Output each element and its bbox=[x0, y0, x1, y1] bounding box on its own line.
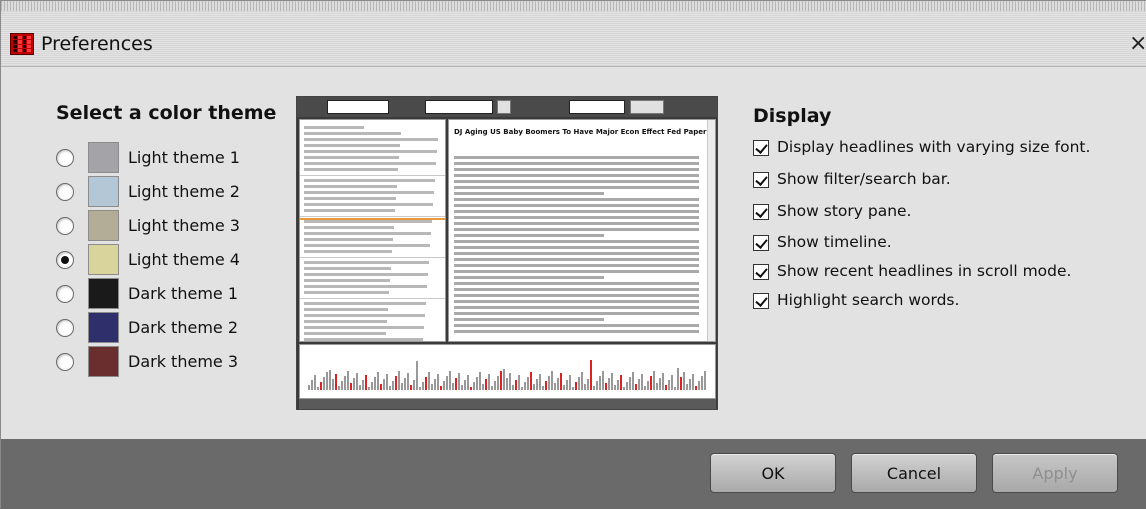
app-logo-icon bbox=[10, 33, 34, 55]
option-checkbox[interactable] bbox=[753, 140, 769, 156]
theme-radio[interactable] bbox=[56, 149, 74, 167]
option-checkbox[interactable] bbox=[753, 264, 769, 280]
option-label: Show timeline. bbox=[777, 233, 892, 251]
theme-swatch bbox=[88, 312, 119, 343]
option-checkbox[interactable] bbox=[753, 293, 769, 309]
preferences-dialog: Preferences × Select a color theme Light… bbox=[0, 0, 1146, 509]
theme-swatch bbox=[88, 142, 119, 173]
theme-swatch bbox=[88, 176, 119, 207]
option-filter-bar[interactable]: Show filter/search bar. bbox=[753, 170, 1143, 192]
theme-preview-image: DJ Aging US Baby Boomers To Have Major E… bbox=[296, 96, 718, 410]
display-heading: Display bbox=[753, 105, 832, 127]
option-checkbox[interactable] bbox=[753, 172, 769, 188]
theme-label: Dark theme 2 bbox=[128, 318, 239, 337]
option-label: Show story pane. bbox=[777, 202, 912, 220]
option-label: Display headlines with varying size font… bbox=[777, 138, 1091, 156]
option-varying-font[interactable]: Display headlines with varying size font… bbox=[753, 138, 1143, 160]
button-bar: OK Cancel Apply bbox=[1, 439, 1146, 509]
option-scroll-mode[interactable]: Show recent headlines in scroll mode. bbox=[753, 262, 1143, 284]
theme-swatch bbox=[88, 278, 119, 309]
title-bar[interactable]: Preferences × bbox=[1, 1, 1146, 67]
preview-timeline-axis bbox=[299, 399, 716, 409]
theme-label: Light theme 3 bbox=[128, 216, 240, 235]
close-icon[interactable]: × bbox=[1129, 31, 1146, 56]
theme-swatch bbox=[88, 210, 119, 241]
theme-option-light-4[interactable]: Light theme 4 bbox=[56, 244, 286, 276]
preview-timeline bbox=[299, 344, 716, 399]
option-label: Show filter/search bar. bbox=[777, 170, 951, 188]
preview-headline-list bbox=[299, 119, 446, 342]
preview-headline: DJ Aging US Baby Boomers To Have Major E… bbox=[454, 128, 707, 136]
option-story-pane[interactable]: Show story pane. bbox=[753, 202, 1143, 224]
theme-option-light-2[interactable]: Light theme 2 bbox=[56, 176, 286, 208]
theme-label: Dark theme 1 bbox=[128, 284, 239, 303]
option-checkbox[interactable] bbox=[753, 204, 769, 220]
theme-label: Dark theme 3 bbox=[128, 352, 239, 371]
theme-option-light-3[interactable]: Light theme 3 bbox=[56, 210, 286, 242]
preview-story-pane: DJ Aging US Baby Boomers To Have Major E… bbox=[448, 119, 716, 342]
theme-radio[interactable] bbox=[56, 217, 74, 235]
theme-radio[interactable] bbox=[56, 251, 74, 269]
theme-option-dark-3[interactable]: Dark theme 3 bbox=[56, 346, 286, 378]
option-label: Show recent headlines in scroll mode. bbox=[777, 262, 1072, 280]
theme-label: Light theme 1 bbox=[128, 148, 240, 167]
theme-swatch bbox=[88, 244, 119, 275]
theme-option-dark-2[interactable]: Dark theme 2 bbox=[56, 312, 286, 344]
preview-toolbar bbox=[297, 97, 717, 117]
option-timeline[interactable]: Show timeline. bbox=[753, 233, 1143, 255]
theme-radio[interactable] bbox=[56, 319, 74, 337]
option-highlight-search[interactable]: Highlight search words. bbox=[753, 291, 1143, 313]
ok-button[interactable]: OK bbox=[710, 453, 836, 493]
option-label: Highlight search words. bbox=[777, 291, 960, 309]
option-checkbox[interactable] bbox=[753, 235, 769, 251]
theme-label: Light theme 2 bbox=[128, 182, 240, 201]
theme-radio[interactable] bbox=[56, 285, 74, 303]
theme-radio[interactable] bbox=[56, 183, 74, 201]
theme-option-light-1[interactable]: Light theme 1 bbox=[56, 142, 286, 174]
theme-swatch bbox=[88, 346, 119, 377]
cancel-button[interactable]: Cancel bbox=[851, 453, 977, 493]
theme-heading: Select a color theme bbox=[56, 102, 277, 124]
preferences-content: Select a color theme Light theme 1 Light… bbox=[1, 67, 1146, 439]
theme-label: Light theme 4 bbox=[128, 250, 240, 269]
theme-option-dark-1[interactable]: Dark theme 1 bbox=[56, 278, 286, 310]
preview-scrollbar bbox=[707, 120, 715, 341]
apply-button[interactable]: Apply bbox=[992, 453, 1118, 493]
theme-radio[interactable] bbox=[56, 353, 74, 371]
window-title: Preferences bbox=[41, 33, 153, 55]
